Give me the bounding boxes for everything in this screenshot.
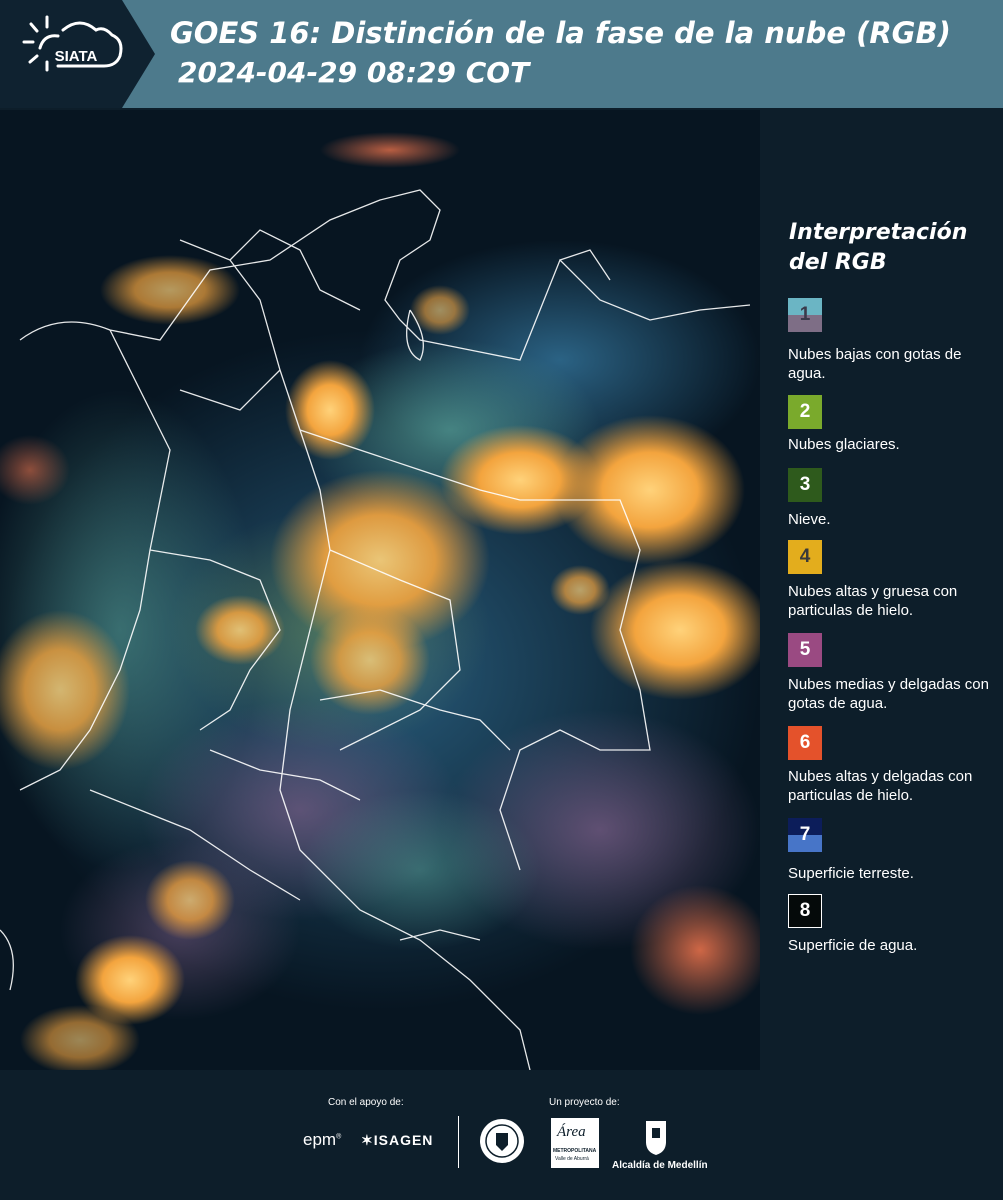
siata-logo-text: SIATA [55, 48, 98, 65]
epm-logo: epm® [303, 1130, 342, 1149]
isagen-logo-text: ISAGEN [373, 1132, 434, 1148]
legend-title-line1: Interpretación [789, 220, 968, 245]
footer-divider [458, 1116, 459, 1168]
isagen-icon: ✶ [361, 1132, 374, 1148]
legend-label-2: Nubes glaciares. [788, 436, 900, 453]
legend-label-7: Superficie terreste. [788, 865, 914, 882]
area-logo-text: Área [557, 1124, 586, 1140]
legend-swatch-7: 7 [788, 818, 822, 852]
epm-logo-text: epm [303, 1130, 337, 1149]
legend-label-5: Nubes medias y delgadas con gotas de agu… [788, 676, 989, 712]
legend-label-6: Nubes altas y delgadas con particulas de… [788, 768, 973, 804]
siata-logo: SIATA [0, 0, 155, 108]
legend-swatch-1: 1 [788, 298, 822, 332]
page-title: GOES 16: Distinción de la fase de la nub… [170, 16, 951, 50]
legend-label-1: Nubes bajas con gotas de agua. [788, 346, 962, 382]
legend-swatch-2: 2 [788, 395, 822, 429]
medellin-shield-icon [643, 1118, 669, 1161]
area-metropolitana-logo: Área METROPOLITANA Valle de Aburrá [551, 1118, 599, 1168]
footer: Con el apoyo de: Un proyecto de: epm® ✶I… [0, 1070, 1003, 1200]
rgb-legend: Interpretación del RGB 1 Nubes bajas con… [760, 108, 1003, 1070]
legend-swatch-3: 3 [788, 468, 822, 502]
support-label: Con el apoyo de: [328, 1097, 404, 1108]
legend-title: Interpretación del RGB [789, 218, 967, 278]
isagen-logo: ✶ISAGEN [361, 1132, 433, 1149]
legend-swatch-4: 4 [788, 540, 822, 574]
area-logo-subtext-2: Valle de Aburrá [555, 1156, 589, 1162]
header-bar: SIATA GOES 16: Distinción de la fase de … [0, 0, 1003, 108]
alcaldia-label: Alcaldía de Medellín [612, 1160, 708, 1171]
legend-title-line2: del RGB [789, 250, 887, 275]
legend-label-3: Nieve. [788, 511, 831, 528]
legend-label-8: Superficie de agua. [788, 937, 918, 954]
image-datetime: 2024-04-29 08:29 COT [178, 56, 530, 89]
project-label: Un proyecto de: [549, 1097, 620, 1108]
area-logo-subtext: METROPOLITANA [553, 1148, 597, 1154]
university-seal-icon [478, 1117, 526, 1170]
legend-swatch-8: 8 [788, 894, 822, 928]
legend-swatch-6: 6 [788, 726, 822, 760]
legend-label-4: Nubes altas y gruesa con particulas de h… [788, 583, 958, 619]
legend-swatch-5: 5 [788, 633, 822, 667]
satellite-image [0, 110, 760, 1070]
